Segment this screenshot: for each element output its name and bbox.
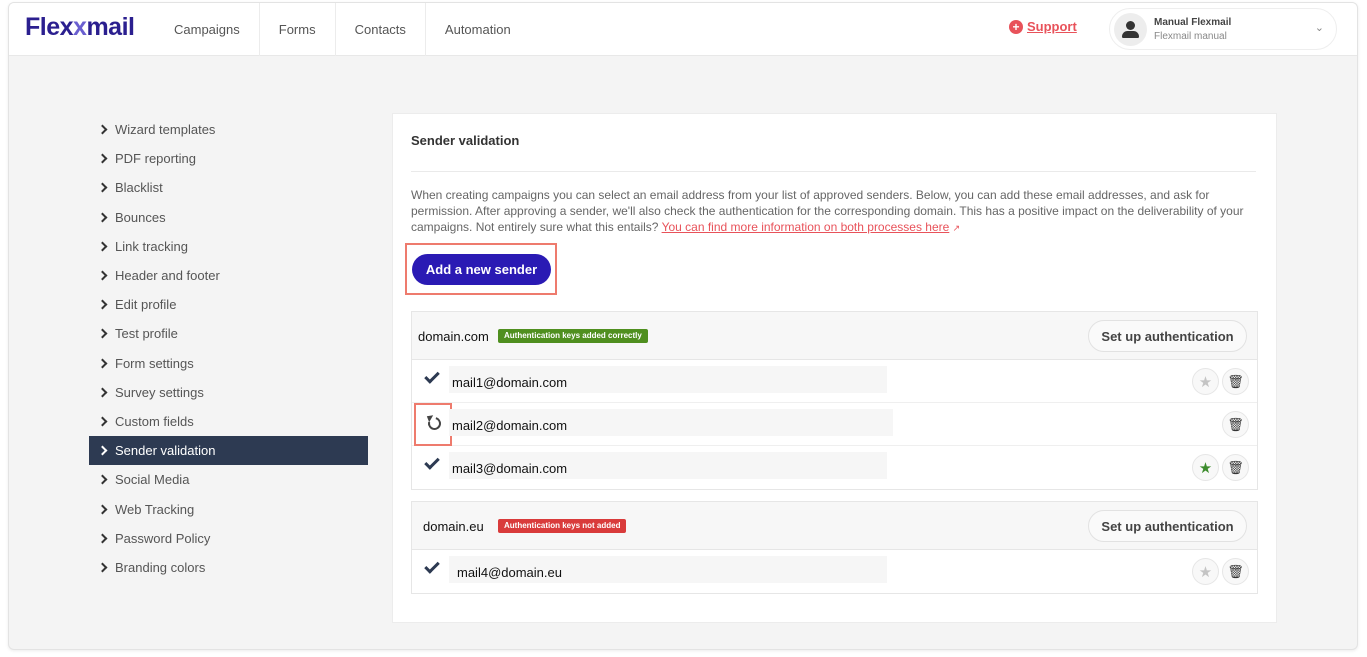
user-avatar-icon	[1114, 13, 1147, 46]
domain-name: domain.com	[418, 329, 489, 344]
favorite-star-button[interactable]: ★	[1192, 558, 1219, 585]
chevron-right-icon	[97, 328, 108, 339]
chevron-right-icon	[97, 153, 108, 164]
setup-authentication-button[interactable]: Set up authentication	[1088, 320, 1247, 352]
app-frame: Flexxmail Campaigns Forms Contacts Autom…	[8, 2, 1358, 650]
sender-email: mail4@domain.eu	[457, 565, 562, 580]
chevron-right-icon	[97, 270, 108, 281]
sender-validation-card: Sender validation When creating campaign…	[392, 113, 1277, 623]
chevron-right-icon	[97, 124, 108, 135]
status-badge: Authentication keys not added	[498, 519, 627, 533]
top-navigation-bar: Flexxmail Campaigns Forms Contacts Autom…	[9, 3, 1357, 56]
sender-email: mail1@domain.com	[452, 375, 568, 390]
domain-header: domain.com Authentication keys added cor…	[412, 312, 1257, 360]
chevron-right-icon	[97, 445, 108, 456]
status-badge: Authentication keys added correctly	[498, 329, 648, 343]
check-icon	[424, 454, 440, 470]
sidebar-item-web-tracking[interactable]: Web Tracking	[89, 494, 368, 523]
sidebar-item-custom-fields[interactable]: Custom fields	[89, 407, 368, 436]
sidebar-item-branding-colors[interactable]: Branding colors	[89, 553, 368, 582]
flexmail-logo[interactable]: Flexxmail	[25, 13, 135, 42]
delete-button[interactable]: 🗑	[1222, 454, 1249, 481]
star-icon: ★	[1198, 563, 1213, 581]
chevron-right-icon	[97, 387, 108, 398]
chevron-right-icon	[97, 562, 108, 573]
sender-row: mail3@domain.com ★ 🗑	[412, 446, 1257, 489]
star-icon: ★	[1198, 373, 1213, 391]
delete-button[interactable]: 🗑	[1222, 411, 1249, 438]
chevron-right-icon	[97, 504, 108, 514]
nav-automation[interactable]: Automation	[426, 3, 530, 56]
sidebar-item-blacklist[interactable]: Blacklist	[89, 173, 368, 202]
sidebar-item-sender-validation[interactable]: Sender validation	[89, 436, 368, 466]
divider	[411, 171, 1256, 172]
domain-group: domain.eu Authentication keys not added …	[411, 501, 1258, 594]
sidebar-item-wizard-templates[interactable]: Wizard templates	[89, 115, 368, 144]
favorite-star-button[interactable]: ★	[1192, 368, 1219, 395]
user-name: Manual Flexmail	[1154, 17, 1232, 28]
domain-name: domain.eu	[423, 519, 484, 534]
delete-button[interactable]: 🗑	[1222, 558, 1249, 585]
sender-email: mail2@domain.com	[452, 418, 568, 433]
sidebar-item-pdf-reporting[interactable]: PDF reporting	[89, 144, 368, 173]
sidebar-item-password-policy[interactable]: Password Policy	[89, 524, 368, 553]
trash-icon: 🗑	[1227, 459, 1244, 475]
nav-forms[interactable]: Forms	[260, 3, 336, 56]
sidebar-item-link-tracking[interactable]: Link tracking	[89, 232, 368, 261]
chevron-right-icon	[97, 358, 108, 369]
external-link-icon: ↗	[952, 223, 961, 233]
star-icon: ★	[1198, 459, 1213, 477]
sidebar-item-header-footer[interactable]: Header and footer	[89, 261, 368, 290]
add-new-sender-button[interactable]: Add a new sender	[412, 254, 551, 285]
nav-campaigns[interactable]: Campaigns	[155, 3, 260, 56]
trash-icon: 🗑	[1227, 416, 1244, 432]
sender-row: mail1@domain.com ★ 🗑	[412, 360, 1257, 403]
sender-row: mail4@domain.eu ★ 🗑	[412, 550, 1257, 593]
info-link[interactable]: You can find more information on both pr…	[662, 220, 950, 234]
support-plus-icon: +	[1009, 19, 1023, 34]
sidebar-item-test-profile[interactable]: Test profile	[89, 319, 368, 348]
trash-icon: 🗑	[1227, 373, 1244, 389]
chevron-right-icon	[97, 474, 108, 485]
chevron-right-icon	[97, 533, 108, 544]
check-icon	[424, 558, 440, 574]
chevron-right-icon	[97, 299, 108, 310]
nav-contacts[interactable]: Contacts	[336, 3, 426, 56]
favorite-star-button[interactable]: ★	[1192, 454, 1219, 481]
sender-email: mail3@domain.com	[452, 461, 568, 476]
chevron-right-icon	[97, 241, 108, 252]
chevron-right-icon	[97, 212, 108, 223]
settings-sidebar: Wizard templates PDF reporting Blacklist…	[89, 115, 368, 582]
pending-highlight	[414, 403, 452, 446]
sidebar-item-form-settings[interactable]: Form settings	[89, 349, 368, 378]
sidebar-item-social-media[interactable]: Social Media	[89, 465, 368, 494]
trash-icon: 🗑	[1227, 563, 1244, 579]
page-title: Sender validation	[411, 133, 520, 148]
setup-authentication-button[interactable]: Set up authentication	[1088, 510, 1247, 542]
user-menu[interactable]: Manual Flexmail Flexmail manual ⌄	[1109, 8, 1337, 50]
chevron-right-icon	[97, 183, 108, 193]
user-subtitle: Flexmail manual	[1154, 31, 1227, 42]
chevron-right-icon	[97, 416, 108, 427]
sender-row: mail2@domain.com 🗑	[412, 403, 1257, 446]
description-text: When creating campaigns you can select a…	[411, 188, 1244, 234]
support-label: Support	[1027, 19, 1077, 34]
add-sender-highlight: Add a new sender	[405, 243, 557, 295]
sidebar-item-survey-settings[interactable]: Survey settings	[89, 378, 368, 407]
chevron-down-icon: ⌄	[1314, 22, 1324, 34]
sidebar-item-edit-profile[interactable]: Edit profile	[89, 290, 368, 319]
sidebar-item-bounces[interactable]: Bounces	[89, 203, 368, 232]
domain-header: domain.eu Authentication keys not added …	[412, 502, 1257, 550]
delete-button[interactable]: 🗑	[1222, 368, 1249, 395]
support-link[interactable]: + Support	[1009, 19, 1077, 34]
domain-group: domain.com Authentication keys added cor…	[411, 311, 1258, 490]
main-nav: Campaigns Forms Contacts Automation	[155, 3, 530, 56]
check-icon	[424, 368, 440, 384]
